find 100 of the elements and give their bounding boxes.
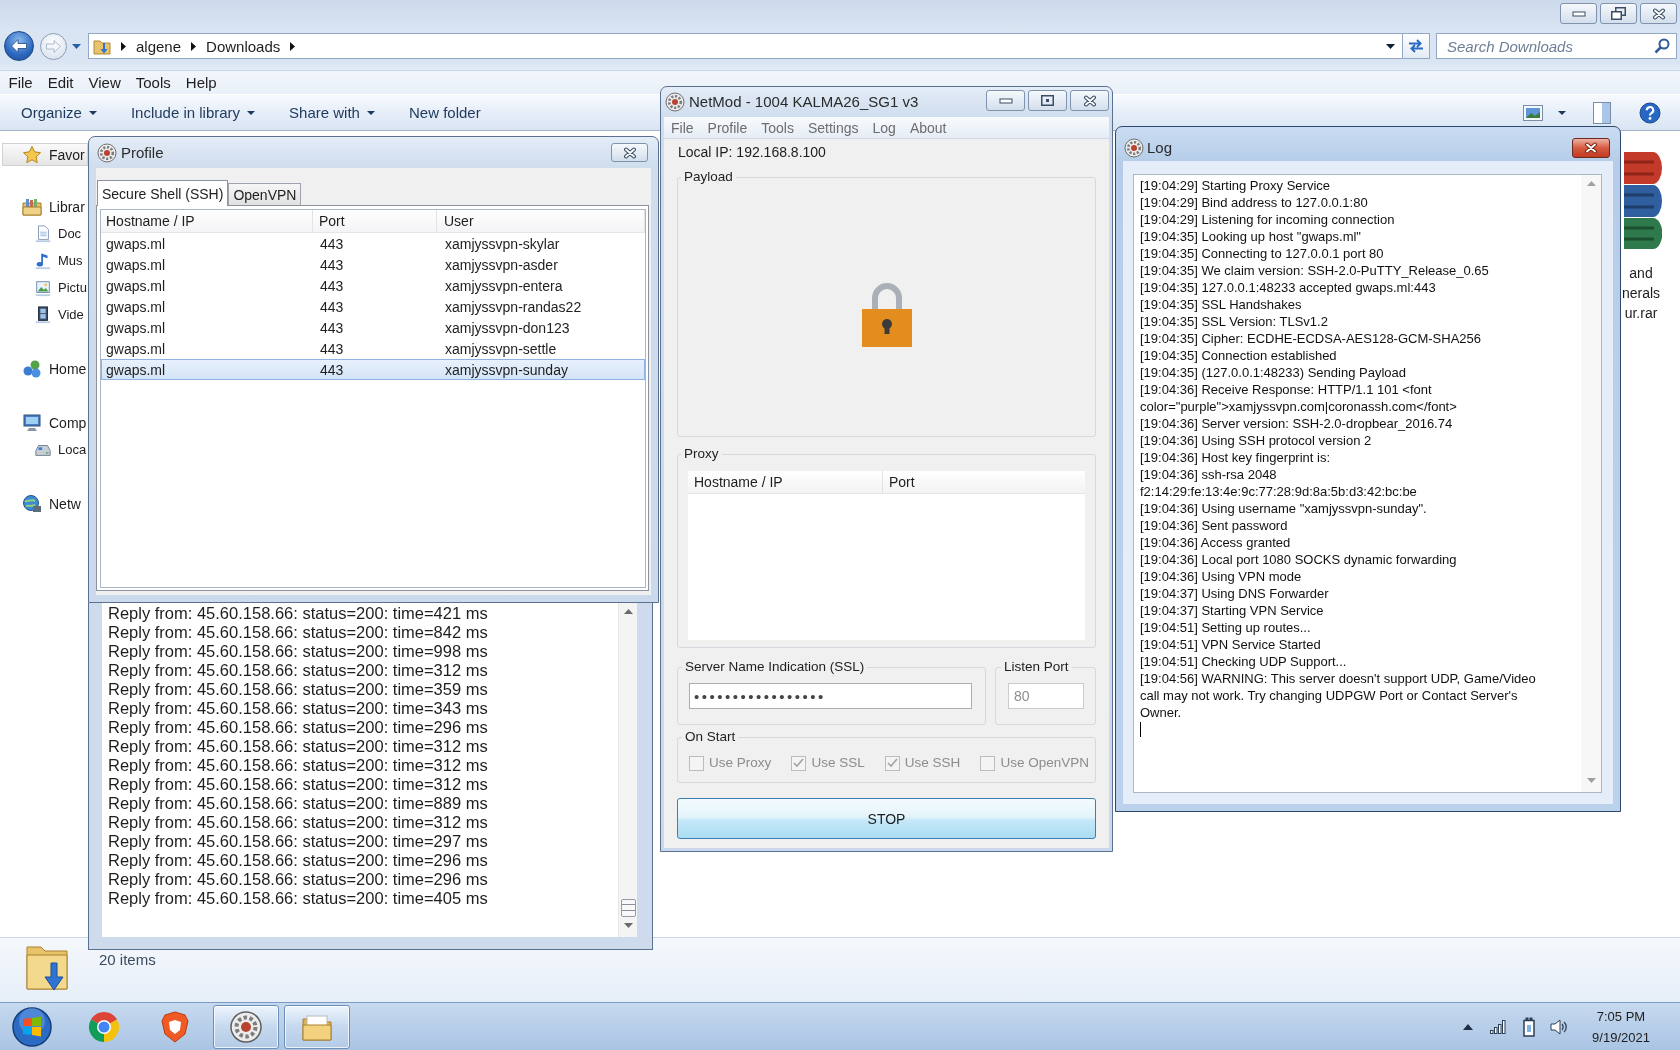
chevron-right-icon[interactable] — [121, 41, 126, 51]
menu-item[interactable]: Profile — [700, 119, 755, 136]
signal-bars-icon[interactable] — [1490, 1019, 1506, 1034]
column-header[interactable]: Hostname / IP — [101, 210, 313, 232]
menu-item[interactable]: Log — [865, 119, 903, 136]
clock-time[interactable]: 7:05 PM — [1596, 1005, 1646, 1027]
toolbar-button[interactable]: New folder — [391, 100, 498, 125]
refresh-button[interactable] — [1403, 33, 1430, 59]
table-cell-text: xamjyssvpn-entera — [444, 277, 564, 294]
text-area[interactable] — [1133, 174, 1602, 793]
restore-button[interactable] — [1600, 3, 1637, 24]
close-icon — [622, 146, 637, 159]
output-line: Reply from: 45.60.158.66: status=200: time=998 ms — [108, 642, 489, 661]
folder-arrow-icon — [93, 37, 111, 55]
pane-icon — [1593, 101, 1611, 124]
column-header[interactable]: Port — [313, 210, 437, 232]
menu-item[interactable]: About — [902, 119, 954, 136]
table-row[interactable]: gwaps.ml 443 xamjyssvpn-settle — [101, 338, 645, 359]
toolbar-button[interactable]: Share with — [272, 100, 392, 125]
table-row[interactable]: gwaps.ml 443 xamjyssvpn-asder — [101, 254, 645, 275]
group-title: On Start — [684, 729, 737, 745]
group-title: Proxy — [683, 446, 720, 462]
preview-pane-button[interactable] — [1593, 101, 1611, 124]
clock-date[interactable]: 9/19/2021 — [1592, 1026, 1650, 1048]
output-line: Reply from: 45.60.158.66: status=200: time=405 ms — [108, 889, 489, 908]
address-bar[interactable]: algene Downloads — [88, 33, 1403, 59]
gear-icon — [1124, 137, 1144, 158]
input-field[interactable]: ••••••••••••••••• — [689, 683, 972, 709]
close-button[interactable] — [1572, 137, 1610, 158]
shield-icon — [159, 1010, 191, 1043]
log-line: [19:04:36] ssh-rsa 2048 f2:14:29:fe:13:4e:9c:77:28:9d:8a:5b:d3:42:bc:be — [1140, 466, 1418, 500]
caret-icon[interactable] — [1386, 43, 1395, 49]
nav-item[interactable]: Favor — [2, 143, 88, 166]
picture-view-icon — [1523, 104, 1543, 121]
menu-item[interactable]: Settings — [800, 119, 866, 136]
minimize-icon — [1571, 10, 1586, 17]
triangle-up-icon[interactable] — [1463, 1023, 1473, 1030]
nav-item[interactable]: Netw — [2, 490, 88, 517]
column-header[interactable]: Port — [883, 471, 915, 493]
menu-item[interactable]: Tools — [128, 74, 179, 91]
scrollbar-thumb[interactable] — [620, 899, 636, 917]
scrollbar[interactable] — [618, 603, 637, 937]
nav-item[interactable]: Pictu — [2, 274, 88, 301]
nav-item[interactable]: Comp — [2, 409, 88, 436]
tricolor-circle-icon — [88, 1010, 120, 1043]
log-line: [19:04:36] Using SSH protocol version 2 — [1140, 432, 1373, 449]
down-arrow-icon[interactable] — [623, 923, 633, 928]
menu-item[interactable]: View — [81, 74, 129, 91]
menu-item[interactable]: Edit — [40, 74, 82, 91]
toolbar-button[interactable]: Include in library — [113, 100, 273, 125]
table-row[interactable]: gwaps.ml 443 xamjyssvpn-randas22 — [101, 296, 645, 317]
help-button[interactable] — [1639, 101, 1661, 124]
menu-item[interactable]: File — [1, 74, 41, 91]
tab[interactable]: Secure Shell (SSH) — [97, 180, 229, 206]
close-button[interactable] — [611, 143, 648, 162]
table-row[interactable]: gwaps.ml 443 xamjyssvpn-don123 — [101, 317, 645, 338]
file-name[interactable]: nerals — [1621, 283, 1661, 303]
nav-item[interactable]: Loca — [2, 436, 88, 463]
gear-icon — [97, 142, 117, 163]
device-icon[interactable] — [1522, 1016, 1536, 1037]
library-icon — [22, 196, 42, 217]
nav-item[interactable]: Librar — [2, 193, 88, 220]
chevron-right-icon[interactable] — [191, 41, 197, 51]
speaker-icon[interactable] — [1550, 1018, 1568, 1035]
maximize-button[interactable] — [1028, 90, 1067, 111]
table-row[interactable]: gwaps.ml 443 xamjyssvpn-entera — [101, 275, 645, 296]
file-name[interactable]: and — [1629, 263, 1653, 283]
minimize-icon — [998, 97, 1013, 104]
stop-button[interactable]: STOP — [677, 798, 1096, 839]
file-name[interactable]: ur.rar — [1624, 303, 1658, 323]
table-row[interactable]: gwaps.ml 443 xamjyssvpn-sunday — [101, 359, 645, 380]
view-options-button[interactable] — [1523, 104, 1566, 121]
back-button[interactable] — [4, 31, 34, 61]
taskbar-button[interactable] — [284, 1004, 350, 1049]
tab[interactable]: OpenVPN — [228, 183, 302, 205]
menu-item[interactable]: Tools — [754, 119, 801, 136]
search-field[interactable]: Search Downloads — [1436, 33, 1677, 59]
output-line: Reply from: 45.60.158.66: status=200: time=312 ms — [108, 813, 489, 832]
up-arrow-icon[interactable] — [623, 609, 633, 614]
menu-item[interactable]: File — [664, 119, 701, 136]
table-row[interactable]: gwaps.ml 443 xamjyssvpn-skylar — [101, 233, 645, 254]
nav-item[interactable]: Doc — [2, 220, 88, 247]
column-header[interactable]: User — [437, 210, 645, 232]
close-button[interactable] — [1070, 90, 1109, 111]
output-line: Reply from: 45.60.158.66: status=200: time=296 ms — [108, 851, 489, 870]
column-header[interactable]: Hostname / IP — [688, 471, 883, 493]
toolbar-button[interactable]: Organize — [4, 100, 114, 125]
chevron-right-icon[interactable] — [290, 41, 296, 51]
breadcrumb-link[interactable]: algene — [136, 37, 182, 55]
nav-item[interactable]: Home — [2, 355, 88, 382]
output-line: Reply from: 45.60.158.66: status=200: time=842 ms — [108, 623, 489, 642]
stacked-books-icon[interactable] — [1624, 152, 1662, 249]
breadcrumb-link[interactable]: Downloads — [206, 37, 281, 55]
menu-item[interactable]: Help — [178, 74, 225, 91]
taskbar-button[interactable] — [213, 1004, 279, 1049]
search-icon — [1654, 38, 1670, 54]
caret-icon — [366, 110, 375, 115]
close-button[interactable] — [1640, 3, 1677, 24]
nav-item[interactable]: Mus — [2, 247, 88, 274]
nav-item[interactable]: Vide — [2, 301, 88, 328]
